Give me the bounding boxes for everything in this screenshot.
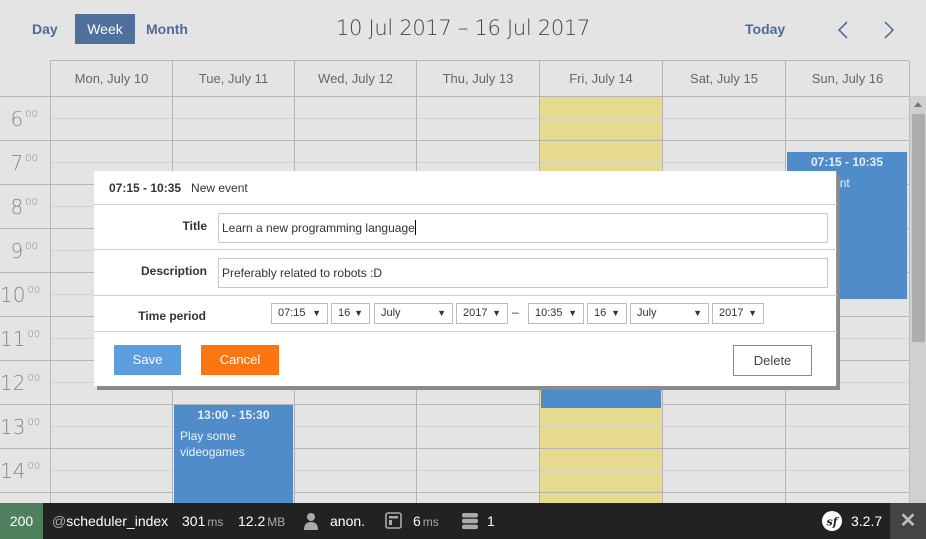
route-info[interactable]: @scheduler_index <box>52 503 168 539</box>
scrollbar-thumb[interactable] <box>912 114 925 342</box>
end-year-select[interactable]: 2017 ▼ <box>712 303 764 324</box>
hour-row: 14 00 <box>0 449 909 493</box>
vertical-scrollbar[interactable] <box>909 96 926 503</box>
text-cursor <box>414 220 416 235</box>
title-row: Title Learn a new programming language <box>94 206 837 250</box>
end-month-select[interactable]: July ▼ <box>630 303 709 324</box>
debug-toolbar: 200 @scheduler_index 301 ms 12.2 MB anon. … <box>0 503 926 539</box>
column-divider <box>50 97 51 503</box>
hour-label: 6 00 <box>10 107 38 131</box>
dropdown-arrow-icon: ▼ <box>693 308 702 318</box>
cancel-button[interactable]: Cancel <box>201 345 279 375</box>
description-input[interactable]: Preferably related to robots :D <box>218 258 828 288</box>
hour-label: 10 00 <box>0 283 41 307</box>
event-edit-dialog: 07:15 - 10:35 New event Title Learn a new… <box>94 171 837 386</box>
previous-week-button[interactable] <box>833 16 853 44</box>
save-button[interactable]: Save <box>114 345 181 375</box>
close-toolbar-button[interactable]: ✕ <box>890 503 926 539</box>
delete-button[interactable]: Delete <box>733 345 812 376</box>
template-render-icon <box>385 512 402 529</box>
chevron-right-icon <box>884 21 895 39</box>
dialog-header-time: 07:15 - 10:35 <box>109 181 182 195</box>
time-period-label: Time period <box>138 309 206 323</box>
today-button[interactable]: Today <box>745 21 785 37</box>
description-label: Description <box>140 264 207 278</box>
close-icon: ✕ <box>899 510 917 532</box>
dropdown-arrow-icon: ▼ <box>748 308 757 318</box>
view-month-button[interactable]: Month <box>146 21 188 37</box>
chevron-left-icon <box>837 21 848 39</box>
hour-row: 13 00 <box>0 405 909 449</box>
dropdown-arrow-icon: ▼ <box>437 308 446 318</box>
event-time: 07:15 - 10:35 <box>810 155 884 169</box>
day-header: Thu, July 13 <box>417 61 540 97</box>
event-text: Play some videogames <box>180 429 245 459</box>
day-header: Mon, July 10 <box>51 61 173 97</box>
dropdown-arrow-icon: ▼ <box>312 308 321 318</box>
end-day-select[interactable]: 16 ▼ <box>587 303 627 324</box>
day-header-row: Mon, July 10 Tue, July 11 Wed, July 12 T… <box>50 60 910 97</box>
event-time: 13:00 - 15:30 <box>197 408 270 422</box>
user-name[interactable]: anon. <box>330 503 365 539</box>
symfony-version[interactable]: 3.2.7 <box>851 503 882 539</box>
hour-label: 13 00 <box>0 415 41 439</box>
user-icon <box>304 513 318 530</box>
description-row: Description Preferably related to robots… <box>94 251 837 296</box>
hour-label: 11 00 <box>0 327 41 351</box>
time-range-separator: – <box>512 305 519 319</box>
dropdown-arrow-icon: ▼ <box>492 308 501 318</box>
day-header: Tue, July 11 <box>173 61 295 97</box>
hour-label: 7 00 <box>10 151 38 175</box>
next-week-button[interactable] <box>879 16 899 44</box>
scheduler-app: Day Week Month 10 Jul 2017 – 16 Jul 2017… <box>0 0 926 539</box>
dropdown-arrow-icon: ▼ <box>611 308 620 318</box>
hour-label: 9 00 <box>10 239 38 263</box>
title-input[interactable]: Learn a new programming language <box>218 213 828 243</box>
database-icon <box>462 513 478 530</box>
hour-label: 12 00 <box>0 371 41 395</box>
day-header: Sat, July 15 <box>663 61 786 97</box>
view-day-button[interactable]: Day <box>32 21 58 37</box>
view-week-button[interactable]: Week <box>75 14 135 44</box>
dropdown-arrow-icon: ▼ <box>568 308 577 318</box>
day-header: Wed, July 12 <box>295 61 417 97</box>
status-code-badge[interactable]: 200 <box>0 503 43 539</box>
db-query-count[interactable]: 1 <box>487 503 495 539</box>
title-label: Title <box>182 219 207 233</box>
hour-label: 14 00 <box>0 459 41 483</box>
memory-usage[interactable]: 12.2 MB <box>238 503 285 539</box>
date-range-title: 10 Jul 2017 – 16 Jul 2017 <box>335 16 591 40</box>
start-time-select[interactable]: 07:15 ▼ <box>271 303 328 324</box>
day-header: Sun, July 16 <box>786 61 910 97</box>
request-time[interactable]: 301 ms <box>182 503 223 539</box>
scroll-up-arrow-icon[interactable] <box>914 102 922 107</box>
end-time-select[interactable]: 10:35 ▼ <box>528 303 584 324</box>
dialog-header-text: New event <box>191 181 248 195</box>
dropdown-arrow-icon: ▼ <box>354 308 363 318</box>
render-time[interactable]: 6 ms <box>413 503 439 539</box>
symfony-logo-icon: sf <box>822 511 842 531</box>
dialog-header: 07:15 - 10:35 New event <box>94 171 837 205</box>
hour-label: 8 00 <box>10 195 38 219</box>
start-year-select[interactable]: 2017 ▼ <box>456 303 508 324</box>
start-day-select[interactable]: 16 ▼ <box>331 303 370 324</box>
day-header-today: Fri, July 14 <box>540 61 663 97</box>
start-month-select[interactable]: July ▼ <box>374 303 453 324</box>
event-play-videogames[interactable]: 13:00 - 15:30 Play some videogames <box>174 405 293 503</box>
hour-row: 6 00 <box>0 97 909 141</box>
